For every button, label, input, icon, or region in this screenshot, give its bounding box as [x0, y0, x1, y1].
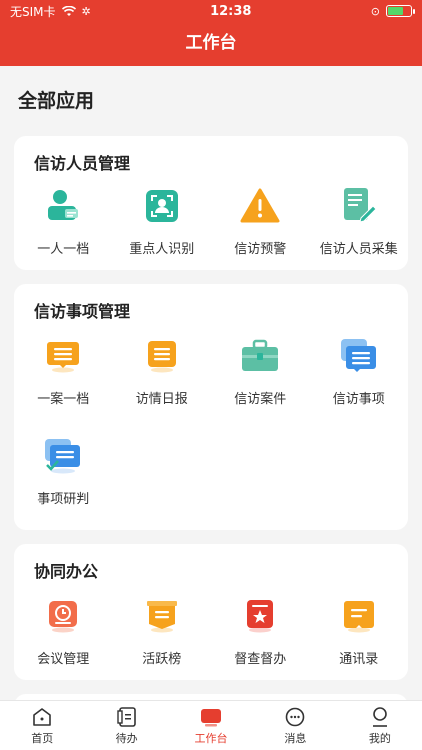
- status-bar: 无SIM卡 ✲ 12:38 ⊙: [0, 0, 422, 22]
- supervision-icon: [240, 596, 280, 636]
- tab-bar: 首页 待办 工作台 消息 我的: [0, 700, 422, 750]
- analysis-icon: [43, 436, 83, 476]
- tab-workbench[interactable]: 工作台: [169, 701, 253, 750]
- app-petition-matters[interactable]: 信访事项: [310, 336, 409, 426]
- tab-label: 首页: [31, 731, 54, 745]
- app-contacts[interactable]: 通讯录: [310, 596, 409, 686]
- warning-icon: [240, 186, 280, 226]
- message-icon: [286, 707, 305, 726]
- wifi-icon: [61, 5, 76, 16]
- app-petition-warning[interactable]: 信访预警: [211, 186, 310, 276]
- loading-icon: ✲: [81, 4, 91, 18]
- form-edit-icon: [339, 186, 379, 226]
- tab-profile[interactable]: 我的: [338, 701, 422, 750]
- briefcase-icon: [240, 336, 280, 376]
- app-one-person-one-file[interactable]: 一人一档: [14, 186, 113, 276]
- card-collaboration: 协同办公 会议管理 活跃榜 督查督办 通讯录: [14, 544, 408, 680]
- status-time: 12:38: [210, 3, 252, 19]
- app-label: 信访案件: [234, 392, 287, 407]
- chat-list-icon: [43, 336, 83, 376]
- app-label: 一人一档: [37, 242, 90, 257]
- contacts-icon: [339, 596, 379, 636]
- card-personnel: 信访人员管理 一人一档 重点人识别 信访预警 信访人员采集: [14, 136, 408, 270]
- tab-label: 我的: [368, 731, 391, 745]
- card-title: 信访事项管理: [34, 302, 131, 321]
- app-label: 重点人识别: [129, 242, 195, 257]
- app-label: 信访事项: [332, 392, 385, 407]
- card-matters: 信访事项管理 一案一档 访情日报 信访案件 信访事项 事项研判: [14, 284, 408, 530]
- app-label: 会议管理: [37, 652, 90, 667]
- daily-report-icon: [142, 336, 182, 376]
- app-label: 信访预警: [234, 242, 287, 257]
- workbench-icon: [201, 708, 222, 726]
- page-title: 工作台: [185, 33, 237, 53]
- meeting-icon: [43, 596, 83, 636]
- tab-messages[interactable]: 消息: [253, 701, 337, 750]
- face-scan-icon: [142, 186, 182, 226]
- rotation-lock-icon: ⊙: [370, 4, 380, 18]
- tab-label: 待办: [115, 731, 138, 745]
- tab-todo[interactable]: 待办: [84, 701, 168, 750]
- tab-label: 工作台: [194, 731, 228, 745]
- tab-home[interactable]: 首页: [0, 701, 84, 750]
- todo-icon: [116, 706, 136, 727]
- app-label: 活跃榜: [142, 652, 182, 667]
- app-petition-cases[interactable]: 信访案件: [211, 336, 310, 426]
- carrier-label: 无SIM卡: [10, 4, 56, 19]
- app-label: 一案一档: [37, 392, 90, 407]
- app-label: 通讯录: [339, 652, 379, 667]
- home-icon: [33, 707, 52, 726]
- card-title: 协同办公: [34, 562, 99, 581]
- app-matter-analysis[interactable]: 事项研判: [14, 436, 113, 526]
- battery-icon: [386, 5, 415, 17]
- app-label: 事项研判: [37, 492, 90, 507]
- app-petitioner-collect[interactable]: 信访人员采集: [310, 186, 409, 276]
- app-one-case-one-file[interactable]: 一案一档: [14, 336, 113, 426]
- app-activity-ranking[interactable]: 活跃榜: [113, 596, 212, 686]
- profile-icon: [372, 706, 387, 727]
- app-daily-report[interactable]: 访情日报: [113, 336, 212, 426]
- app-key-person-identify[interactable]: 重点人识别: [113, 186, 212, 276]
- card-title: 信访人员管理: [34, 154, 131, 173]
- app-supervision[interactable]: 督查督办: [211, 596, 310, 686]
- message-stack-icon: [339, 336, 379, 376]
- app-label: 信访人员采集: [319, 242, 398, 257]
- section-title: 全部应用: [18, 90, 95, 112]
- header-bar: 无SIM卡 ✲ 12:38 ⊙ 工作台: [0, 0, 422, 66]
- ranking-icon: [142, 596, 182, 636]
- tab-label: 消息: [284, 731, 307, 745]
- app-label: 访情日报: [135, 392, 188, 407]
- app-meeting-management[interactable]: 会议管理: [14, 596, 113, 686]
- app-label: 督查督办: [234, 652, 287, 667]
- person-card-icon: [43, 186, 83, 226]
